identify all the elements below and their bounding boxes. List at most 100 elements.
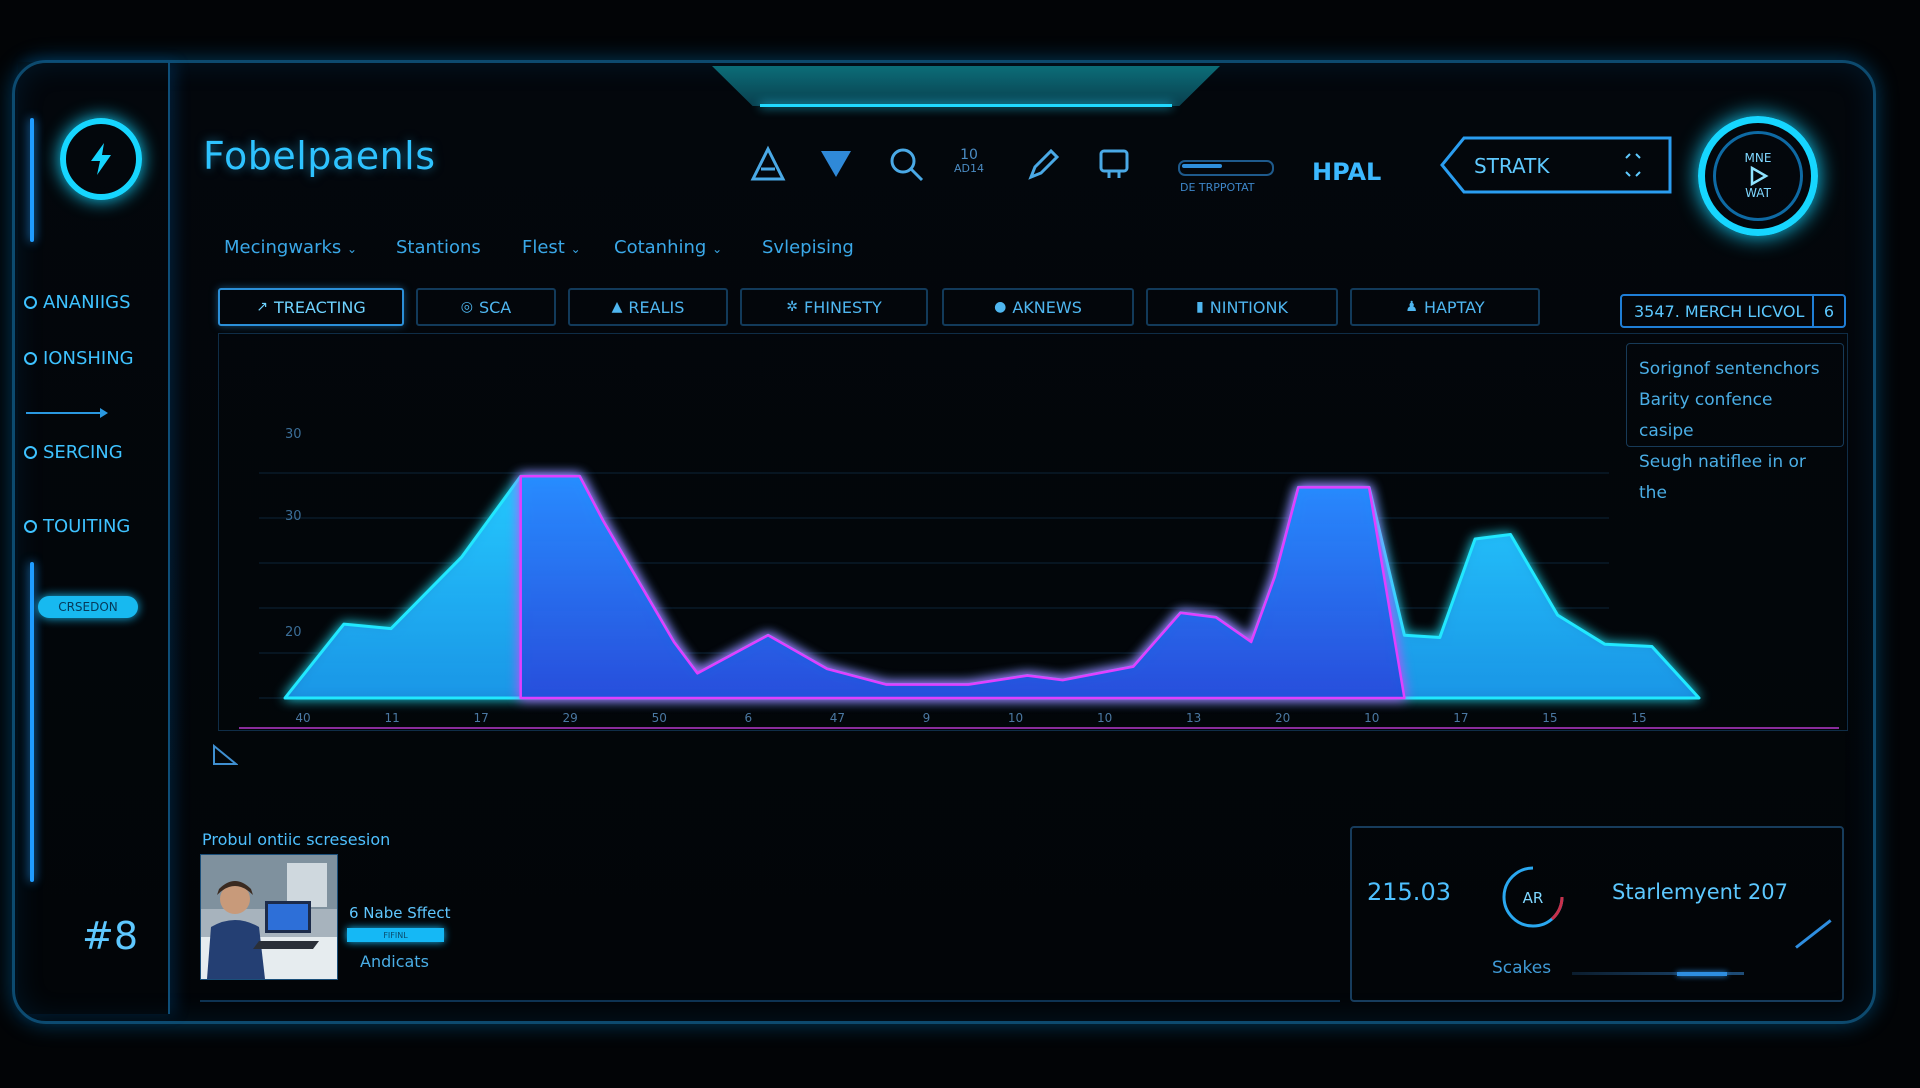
play-dial-button[interactable]: MNE WAT [1698,116,1818,236]
top-handle[interactable] [712,66,1220,106]
y-tick-label: 30 [285,509,302,524]
sidebar [18,62,170,1014]
media-thumbnail[interactable] [200,854,338,980]
tab-nintionk[interactable]: ▮ NINTIONK [1146,288,1338,326]
gear-icon: ✲ [786,299,798,315]
x-tick-label: 17 [1453,711,1468,725]
grid-counter-icon[interactable]: 10 AD14 [954,148,984,175]
stat-dial-icon[interactable]: AR [1500,864,1566,930]
slider-track[interactable] [1178,160,1274,176]
x-tick-label: 40 [295,711,310,725]
search-icon[interactable] [886,144,926,184]
tab-treacting[interactable]: ↗ TREACTING [218,288,404,326]
sidebar-item-label: TOUITING [43,516,131,537]
person-at-laptop-image [201,855,337,979]
area-chart: 30 30 20 40 11 17 29 50 6 47 9 10 10 13 20 10 17 15 15 [239,427,1839,729]
arrow-right-icon [26,408,108,418]
x-tick-label: 15 [1542,711,1557,725]
stat-progress-fill [1677,972,1727,976]
bars-icon: ▮ [1196,299,1204,315]
media-subtitle: Andicats [360,952,429,971]
media-title: 6 Nabe Sffect [349,904,451,922]
tab-haptay[interactable]: ♟ HAPTAY [1350,288,1540,326]
x-tick-label: 20 [1275,711,1290,725]
circle-icon [24,296,37,309]
chevron-down-icon: ⌄ [712,242,723,256]
triangle-filled-icon[interactable] [816,144,856,184]
tab-sca[interactable]: ◎ SCA [416,288,556,326]
x-tick-label: 11 [384,711,399,725]
top-handle-glow [760,104,1172,107]
menu-cotanhing[interactable]: Cotanhing ⌄ [614,237,722,258]
bullet-icon: ● [994,299,1007,315]
sidebar-item-ananiigs[interactable]: ANANIIGS [24,292,131,313]
hpal-label: HPAL [1312,158,1382,186]
tab-label: FHINESTY [804,297,882,317]
user-icon: ▲ [611,299,623,315]
stats-panel [1350,826,1844,1002]
menu-label: Cotanhing [614,237,707,258]
x-tick-label: 10 [1364,711,1379,725]
chevron-down-icon: ⌄ [570,242,581,256]
menu-mecingwarks[interactable]: Mecingwarks ⌄ [224,237,357,258]
menu-label: Stantions [396,237,481,258]
chart-series-area-1 [283,474,1701,700]
play-icon [1750,165,1769,187]
sidebar-item-label: ANANIIGS [43,292,131,313]
stat-label: Starlemyent 207 [1612,880,1788,904]
circle-icon [24,520,37,533]
x-tick-label: 10 [1097,711,1112,725]
bottom-divider [200,1000,1340,1002]
sidebar-item-ionshing[interactable]: IONSHING [24,348,134,369]
strat-label: STRATK [1474,154,1550,178]
tab-label: HAPTAY [1423,297,1485,317]
chart-series-area-2 [519,474,1406,700]
menu-flest[interactable]: Flest ⌄ [522,237,581,258]
tab-label: AKNEWS [1012,297,1082,317]
x-tick-label: 15 [1631,711,1646,725]
x-tick-label: 17 [473,711,488,725]
x-tick-label: 9 [923,711,931,725]
app-title: Fobelpaenls [203,134,436,178]
dial-top-label: MNE [1744,151,1772,165]
menu-svlepising[interactable]: Svlepising [762,237,854,258]
chart-icon: ↗ [256,299,269,315]
play-dial-inner: MNE WAT [1713,131,1803,221]
circle-icon [24,352,37,365]
target-icon: ◎ [460,299,473,315]
level-count: 6 [1812,296,1844,326]
tab-realis[interactable]: ▲ REALIS [568,288,728,326]
tab-fhinesty[interactable]: ✲ FHINESTY [740,288,928,326]
sidebar-item-label: SERCING [43,442,123,463]
lightning-logo-icon[interactable] [60,118,142,200]
person-icon: ♟ [1405,299,1418,315]
sidebar-item-sercing[interactable]: SERCING [24,442,123,463]
device-icon[interactable] [1094,144,1134,184]
chevron-down-icon: ⌄ [347,242,358,256]
sidebar-glow-bottom [30,562,34,882]
corner-triangle-icon[interactable] [212,744,238,766]
chart-panel: 30 30 20 40 11 17 29 50 6 47 9 10 10 13 20 10 17 15 15 [218,333,1848,731]
media-progress-bar[interactable]: FIFINL [347,928,444,942]
pen-icon[interactable] [1024,144,1064,184]
level-selector[interactable]: 3547. MERCH LICVOL 6 [1620,294,1846,328]
tab-aknews[interactable]: ● AKNEWS [942,288,1134,326]
menu-stantions[interactable]: Stantions [396,237,481,258]
x-tick-label: 10 [1008,711,1023,725]
chart-x-ticks: 40 11 17 29 50 6 47 9 10 10 13 20 10 17 15 15 [295,711,1646,725]
sidebar-badge: #8 [82,914,139,958]
tab-label: TREACTING [274,297,366,317]
slider-label: DE TRPPOTAT [1180,181,1255,194]
y-tick-label: 30 [285,427,302,442]
sidebar-item-touiting[interactable]: TOUITING [24,516,130,537]
lightning-icon [91,143,111,175]
sidebar-pill-button[interactable]: CRSEDON [38,596,138,618]
level-label: 3547. MERCH LICVOL [1634,301,1805,321]
chart-series [283,474,1701,700]
triangle-outline-icon[interactable] [748,144,788,184]
circle-icon [24,446,37,459]
counter-top: 10 [960,147,978,163]
stat-caption: Scakes [1492,958,1552,978]
x-tick-label: 6 [744,711,752,725]
y-tick-label: 20 [285,625,302,640]
